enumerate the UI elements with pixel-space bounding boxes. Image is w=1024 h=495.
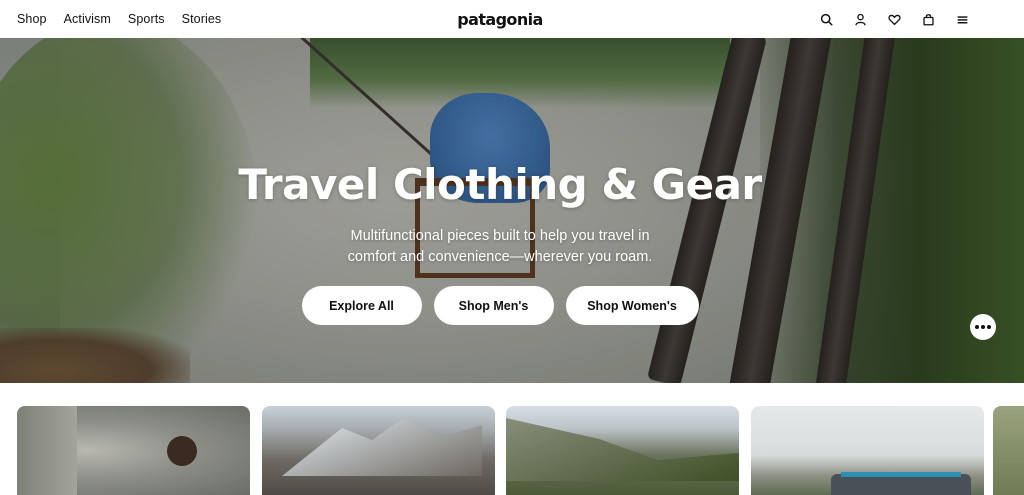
nav-activism[interactable]: Activism [64,12,111,26]
account-icon[interactable] [843,0,877,38]
nav-stories[interactable]: Stories [182,12,222,26]
card-rock [17,406,77,495]
menu-icon[interactable] [945,0,979,38]
search-icon[interactable] [809,0,843,38]
hero-title: Travel Clothing & Gear [238,160,762,209]
card-mountain [282,419,482,476]
shop-mens-button[interactable]: Shop Men's [433,286,554,325]
hero-content: Travel Clothing & Gear Multifunctional p… [0,38,1024,383]
wishlist-icon[interactable] [877,0,911,38]
hero-banner: Travel Clothing & Gear Multifunctional p… [0,38,1024,383]
category-card[interactable] [993,406,1024,495]
hero-subtitle-line: Multifunctional pieces built to help you… [350,228,650,244]
card-person-head [167,436,197,466]
explore-all-button[interactable]: Explore All [301,286,422,325]
hero-subtitle-line: comfort and convenience—wherever you roa… [347,249,653,265]
nav-shop[interactable]: Shop [17,12,47,26]
nav-sports[interactable]: Sports [128,12,165,26]
shop-womens-button[interactable]: Shop Women's [565,286,699,325]
card-surfboard [841,472,961,477]
category-cards [0,406,1024,495]
category-card[interactable] [17,406,250,495]
cart-icon[interactable] [911,0,945,38]
main-nav: Shop Activism Sports Stories [17,0,238,38]
category-card[interactable] [751,406,984,495]
site-header: Shop Activism Sports Stories patagonia [0,0,1024,38]
hero-buttons: Explore All Shop Men's Shop Women's [0,286,1000,325]
category-card[interactable] [262,406,495,495]
category-card[interactable] [506,406,739,495]
more-dots-icon[interactable] [970,314,996,340]
hero-subtitle: Multifunctional pieces built to help you… [0,226,1000,268]
header-icons [809,0,979,38]
card-vehicle [831,474,971,495]
patagonia-logo[interactable]: patagonia [456,8,544,30]
card-hillside [506,418,739,481]
